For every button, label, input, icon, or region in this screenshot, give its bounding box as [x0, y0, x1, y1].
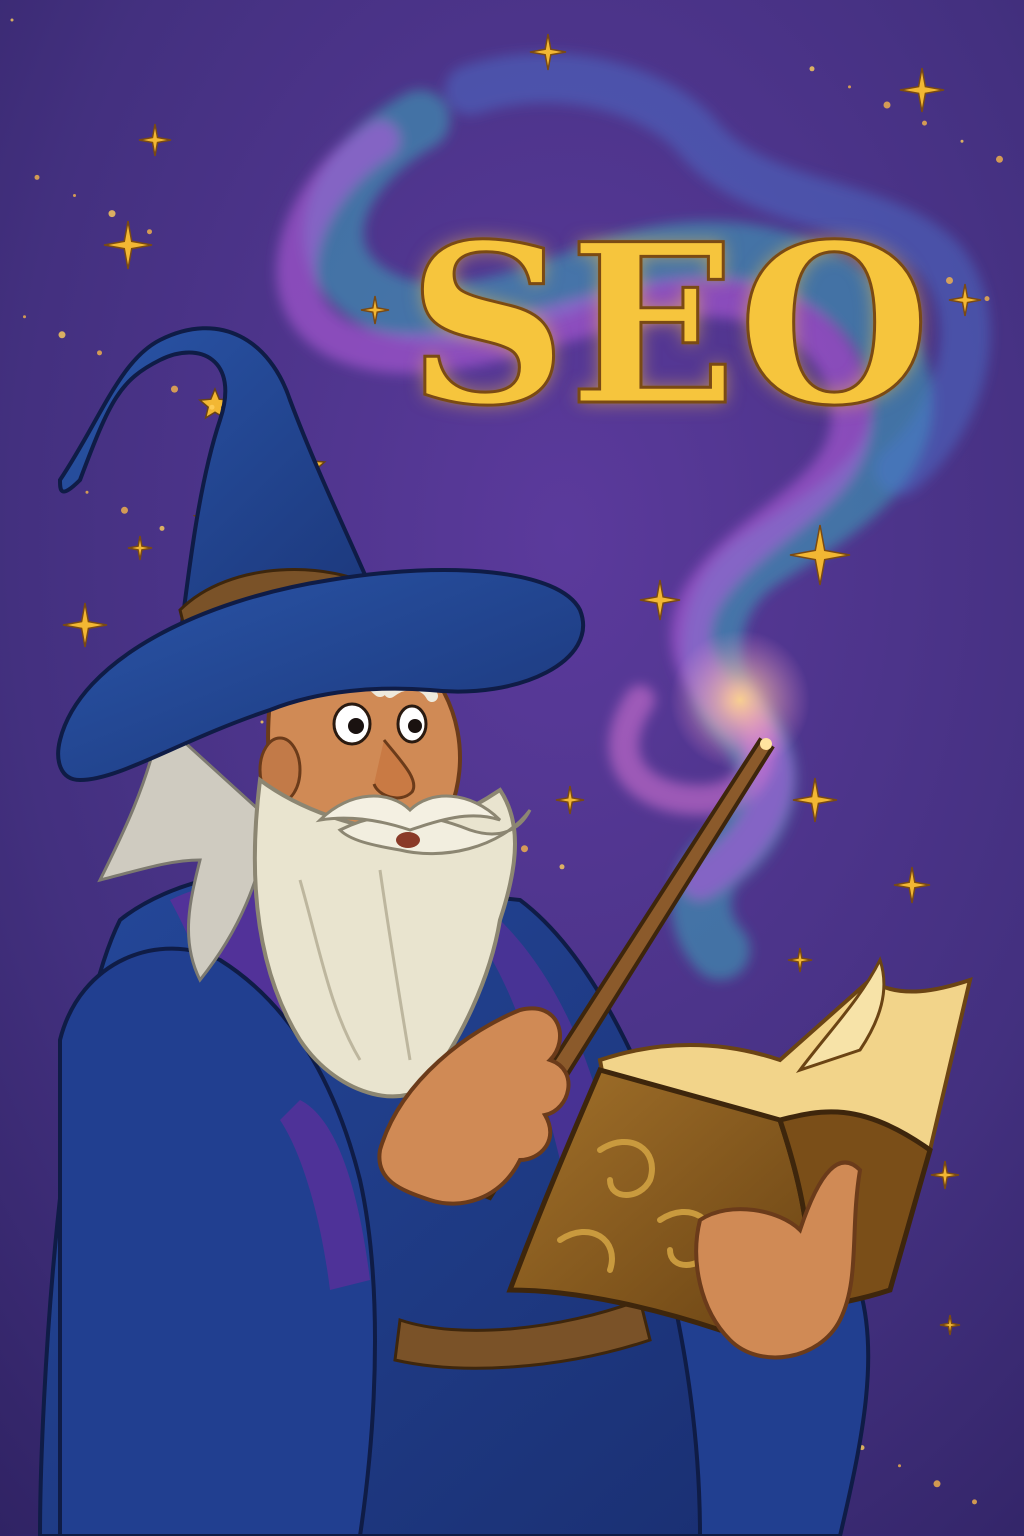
star-dot — [209, 404, 215, 410]
star-dot — [147, 229, 152, 235]
star-dot — [108, 210, 116, 218]
star-dot — [73, 194, 76, 197]
star-dot — [97, 350, 102, 356]
star-dot — [922, 120, 927, 126]
star-dot — [996, 155, 1003, 163]
star-dot — [10, 18, 14, 22]
star-dot — [159, 525, 165, 531]
wizard-illustration: SEO — [0, 0, 1024, 1536]
star-dot — [933, 1480, 941, 1488]
star-dot — [171, 385, 178, 393]
star-dot — [809, 66, 815, 72]
seo-title: SEO — [406, 195, 933, 454]
star-dot — [34, 174, 40, 180]
star-dot — [984, 296, 990, 302]
star-dot — [260, 720, 264, 724]
star-dot — [85, 490, 89, 494]
star-dot — [848, 85, 851, 89]
wand-glow — [670, 630, 810, 770]
star-dot — [559, 864, 565, 870]
star-dot — [898, 1464, 901, 1468]
star-dot — [521, 845, 528, 853]
star-dot — [946, 277, 953, 284]
star-dot — [58, 331, 66, 339]
star-dot — [960, 139, 964, 143]
star-dot — [972, 1499, 977, 1505]
star-dot — [121, 506, 128, 514]
star-dot — [23, 315, 26, 319]
star-dot — [883, 101, 891, 109]
